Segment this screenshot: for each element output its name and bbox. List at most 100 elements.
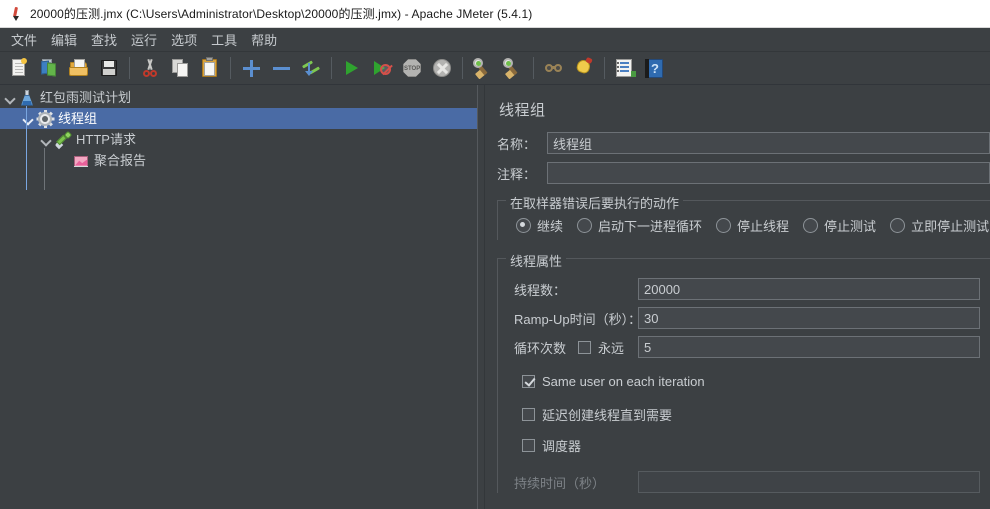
new-test-plan-button[interactable] [5,54,33,82]
comment-input[interactable] [547,162,990,184]
toolbar-separator-5 [533,57,534,79]
menu-file[interactable]: 文件 [4,28,44,51]
test-plan-tree: 红包雨测试计划 线程组 HTTP请求 聚合报告 [0,85,477,190]
ramp-up-input[interactable] [638,307,980,329]
tree-node-thread-group[interactable]: 线程组 [0,108,477,129]
tree-expander-test-plan[interactable] [2,90,18,106]
menu-bar: 文件 编辑 查找 运行 选项 工具 帮助 [0,28,990,52]
new-document-icon [8,57,30,79]
radio-stop-test-now[interactable]: 立即停止测试 [890,216,989,235]
scheduler-checkbox[interactable]: 调度器 [522,436,581,455]
templates-button[interactable] [35,54,63,82]
collapse-all-button[interactable] [267,54,295,82]
menu-help[interactable]: 帮助 [244,28,284,51]
loop-count-input[interactable] [638,336,980,358]
shutdown-x-icon [431,57,453,79]
help-button[interactable]: ? [641,54,669,82]
radio-dot-continue [516,218,531,233]
reset-search-button[interactable] [570,54,598,82]
error-action-group: 在取样器错误后要执行的动作 继续 启动下一进程循环 停止线程 停止测试 立即停止… [497,193,990,240]
radio-continue[interactable]: 继续 [516,216,563,235]
aggregate-report-chart-icon [72,152,90,170]
copy-button[interactable] [166,54,194,82]
toggle-button[interactable] [297,54,325,82]
radio-label-stop-test-now: 立即停止测试 [911,219,990,234]
help-question-icon: ? [644,57,666,79]
name-input[interactable] [547,132,990,154]
loop-forever-checkbox[interactable]: 永远 [578,338,638,357]
radio-label-start-next-loop: 启动下一进程循环 [598,219,703,234]
error-action-radio-group: 继续 启动下一进程循环 停止线程 停止测试 立即停止测试 [508,213,989,236]
duration-label: 持续时间（秒） [514,475,606,491]
radio-stop-thread[interactable]: 停止线程 [716,216,789,235]
shutdown-button[interactable] [428,54,456,82]
radio-start-next-loop[interactable]: 启动下一进程循环 [577,216,702,235]
clear-button[interactable] [469,54,497,82]
clipboard-paste-icon [199,57,221,79]
expand-all-button[interactable] [237,54,265,82]
delayed-start-checkbox[interactable]: 延迟创建线程直到需要 [522,405,672,424]
comment-label: 注释： [497,166,537,182]
same-user-checkbox[interactable]: Same user on each iteration [522,374,705,389]
tree-guide-3 [44,148,45,190]
jmeter-window: 20000的压测.jmx (C:\Users\Administrator\Des… [0,0,990,509]
floppy-save-icon [98,57,120,79]
tree-expander-thread-group[interactable] [20,111,36,127]
radio-dot-stop-test-now [890,218,906,233]
search-button[interactable] [540,54,568,82]
clear-all-button[interactable] [499,54,527,82]
loop-count-row: 循环次数 永远 [508,336,980,358]
scheduler-row: 调度器 [508,428,980,459]
menu-edit[interactable]: 编辑 [44,28,84,51]
delayed-start-row: 延迟创建线程直到需要 [508,397,980,428]
loop-forever-box [578,340,591,354]
paste-button[interactable] [196,54,224,82]
tree-label-thread-group: 线程组 [58,110,98,126]
save-button[interactable] [95,54,123,82]
stop-button[interactable]: STOP [398,54,426,82]
binoculars-icon [543,57,565,79]
tree-guide-1 [26,106,27,127]
tree-expander-http-request[interactable] [38,132,54,148]
start-button[interactable] [338,54,366,82]
menu-tools[interactable]: 工具 [204,28,244,51]
test-plan-tree-panel[interactable]: 红包雨测试计划 线程组 HTTP请求 聚合报告 [0,85,477,509]
tree-expander-aggregate-report [56,153,72,169]
toolbar-separator-2 [230,57,231,79]
radio-label-continue: 继续 [537,219,564,234]
http-request-dropper-icon [54,130,73,149]
thread-group-gear-icon [36,109,55,128]
same-user-box [522,375,535,388]
function-helper-icon [614,57,636,79]
menu-options[interactable]: 选项 [164,28,204,51]
same-user-row: Same user on each iteration [508,365,980,397]
duration-input[interactable] [638,471,980,493]
tree-label-http-request: HTTP请求 [76,131,136,147]
menu-run[interactable]: 运行 [124,28,164,51]
menu-search[interactable]: 查找 [84,28,124,51]
num-threads-label: 线程数： [514,282,567,298]
radio-stop-test[interactable]: 停止测试 [803,216,876,235]
templates-icon [38,57,60,79]
minus-icon [270,57,292,79]
copy-icon [169,57,191,79]
tree-label-test-plan: 红包雨测试计划 [40,89,132,105]
num-threads-input[interactable] [638,278,980,300]
name-field-row: 名称： [497,132,990,154]
function-helper-button[interactable] [611,54,639,82]
play-green-icon [341,57,363,79]
tree-node-aggregate-report[interactable]: 聚合报告 [0,150,477,171]
scissors-icon [139,57,161,79]
cut-button[interactable] [136,54,164,82]
thread-properties-group: 线程属性 线程数： Ramp-Up时间（秒）： 循环次数 永远 [497,251,990,493]
tree-node-test-plan[interactable]: 红包雨测试计划 [0,87,477,108]
open-button[interactable] [65,54,93,82]
jmeter-pen-icon [8,6,24,22]
thread-properties-group-title: 线程属性 [506,251,567,270]
start-no-pauses-button[interactable] [368,54,396,82]
panel-splitter[interactable] [477,85,485,509]
tree-node-http-request[interactable]: HTTP请求 [0,129,477,150]
loop-forever-label: 永远 [598,340,625,356]
comment-field-row: 注释： [497,162,990,184]
thread-group-config-panel: 线程组 名称： 注释： 在取样器错误后要执行的动作 继续 [485,85,990,509]
